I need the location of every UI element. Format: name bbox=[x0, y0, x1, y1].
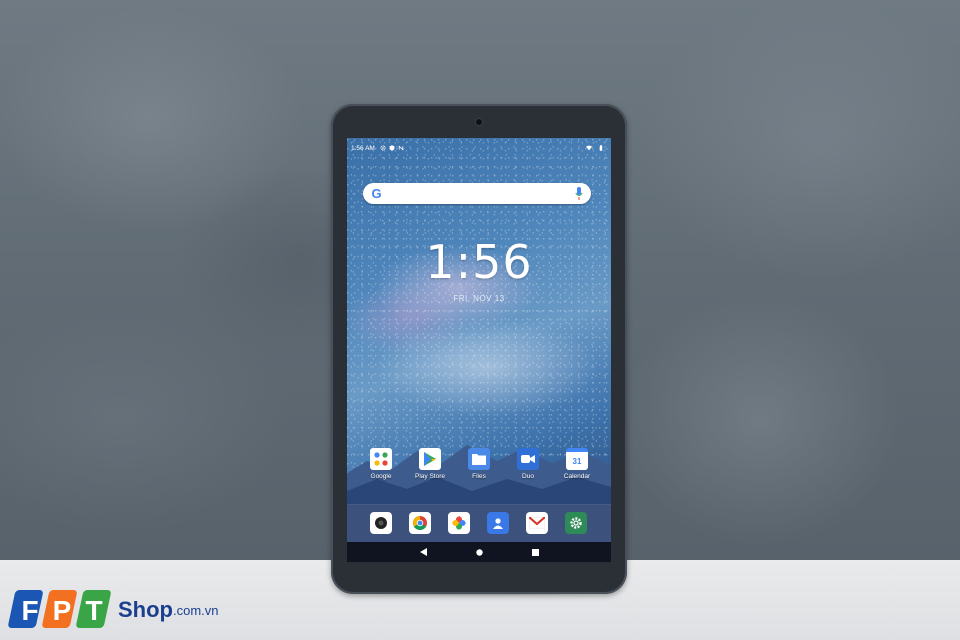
fpt-logo-icon: F P T bbox=[8, 590, 111, 628]
brand-word: Shop bbox=[118, 597, 173, 622]
svg-text:F: F bbox=[21, 595, 38, 626]
google-logo: G bbox=[371, 186, 382, 201]
app-calendar[interactable]: 31 Calendar bbox=[555, 448, 599, 480]
recents-icon[interactable] bbox=[531, 548, 539, 556]
play-store-icon bbox=[419, 448, 441, 470]
google-folder-icon bbox=[370, 448, 392, 470]
battery-icon bbox=[599, 145, 603, 151]
google-search-bar[interactable]: G bbox=[363, 183, 591, 204]
calendar-icon: 31 bbox=[566, 448, 588, 470]
status-bar: 1:56 AM bbox=[351, 142, 607, 154]
n-icon bbox=[398, 145, 404, 151]
duo-icon bbox=[517, 448, 539, 470]
chrome-icon[interactable] bbox=[409, 512, 431, 534]
app-label: Google bbox=[370, 473, 392, 480]
svg-text:T: T bbox=[85, 595, 102, 626]
status-time: 1:56 AM bbox=[351, 144, 375, 152]
back-icon[interactable] bbox=[419, 548, 427, 556]
photos-icon[interactable] bbox=[448, 512, 470, 534]
shield-icon bbox=[389, 145, 395, 151]
app-label: Play Store bbox=[415, 473, 445, 480]
home-icon[interactable] bbox=[475, 548, 483, 556]
tablet-screen: 1:56 AM G 1:56 FRI, NOV 13 Google Play S… bbox=[347, 138, 611, 562]
wifi-icon bbox=[586, 145, 592, 151]
camera-icon[interactable] bbox=[370, 512, 392, 534]
clock-widget[interactable]: 1:56 bbox=[347, 236, 611, 288]
fpt-shop-logo: F P T Shop .com.vn bbox=[0, 586, 219, 634]
gear-icon bbox=[380, 145, 386, 151]
svg-text:P: P bbox=[53, 595, 72, 626]
brand-suffix: .com.vn bbox=[173, 602, 219, 618]
app-label: Duo bbox=[522, 473, 534, 480]
app-files[interactable]: Files bbox=[457, 448, 501, 480]
gmail-icon[interactable] bbox=[526, 512, 548, 534]
files-icon bbox=[468, 448, 490, 470]
app-play-store[interactable]: Play Store bbox=[408, 448, 452, 480]
mic-icon[interactable] bbox=[575, 187, 583, 200]
app-dock bbox=[347, 504, 611, 544]
contacts-icon[interactable] bbox=[487, 512, 509, 534]
app-label: Files bbox=[472, 473, 486, 480]
navigation-bar bbox=[347, 542, 611, 562]
tablet-device: 1:56 AM G 1:56 FRI, NOV 13 Google Play S… bbox=[331, 104, 627, 594]
front-camera bbox=[476, 119, 482, 125]
date-widget[interactable]: FRI, NOV 13 bbox=[347, 294, 611, 303]
settings-icon[interactable] bbox=[565, 512, 587, 534]
calendar-day: 31 bbox=[572, 456, 582, 466]
app-label: Calendar bbox=[563, 473, 591, 480]
app-duo[interactable]: Duo bbox=[506, 448, 550, 480]
app-google[interactable]: Google bbox=[359, 448, 403, 480]
